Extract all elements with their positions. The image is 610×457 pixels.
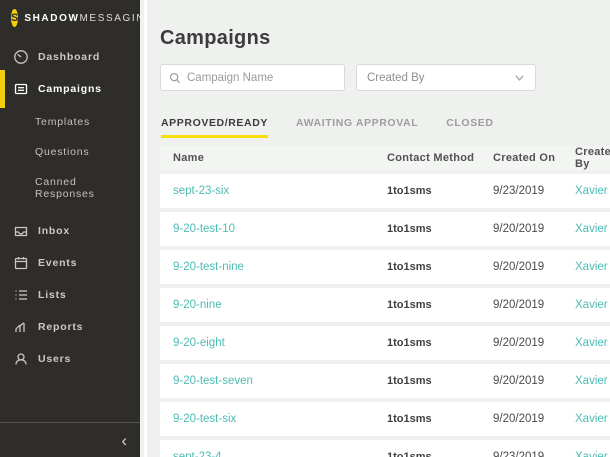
created-on-cell: 9/20/2019	[493, 223, 545, 235]
main-content: Campaigns Created By APPROVED/READY AWAI…	[140, 0, 610, 457]
created-by-select-value: Created By	[367, 71, 425, 84]
table-row: 9-20-test-six 1to1sms 9/20/2019 Xavier	[160, 402, 610, 436]
sidebar-nav: Dashboard Campaigns Templates Questions …	[0, 41, 140, 375]
table-row: 9-20-test-nine 1to1sms 9/20/2019 Xavier	[160, 250, 610, 284]
campaign-link[interactable]: 9-20-nine	[160, 299, 387, 311]
tab-approved-ready[interactable]: APPROVED/READY	[161, 117, 269, 138]
sidebar-item-label: Dashboard	[38, 51, 101, 63]
sidebar-item-label: Lists	[38, 289, 67, 301]
sidebar-item-campaigns[interactable]: Campaigns	[0, 70, 140, 108]
campaigns-subgroup: Templates Questions Canned Responses	[0, 107, 140, 209]
contact-method-cell: 1to1sms	[387, 451, 432, 457]
brand-logo[interactable]: S SHADOWMESSAGING	[0, 0, 140, 27]
contact-method-cell: 1to1sms	[387, 299, 432, 311]
dashboard-icon	[14, 50, 28, 64]
column-header-contact-method: Contact Method	[387, 152, 475, 164]
table-row: 9-20-eight 1to1sms 9/20/2019 Xavier	[160, 326, 610, 360]
panel-divider	[144, 0, 147, 457]
tab-closed[interactable]: CLOSED	[446, 117, 493, 138]
users-icon	[15, 353, 27, 365]
sidebar-item-label: Reports	[38, 321, 84, 333]
created-by-link[interactable]: Xavier	[575, 337, 610, 349]
sidebar-footer: ‹	[0, 422, 140, 457]
created-on-cell: 9/23/2019	[493, 185, 545, 197]
table-row: sept-23-six 1to1sms 9/23/2019 Xavier M	[160, 174, 610, 208]
sidebar-item-label: Users	[38, 353, 72, 365]
table-row: 9-20-nine 1to1sms 9/20/2019 Xavier	[160, 288, 610, 322]
sidebar-item-dashboard[interactable]: Dashboard	[0, 41, 140, 73]
sidebar-item-templates[interactable]: Templates	[0, 107, 140, 137]
brand-name-bold: SHADOW	[24, 12, 80, 24]
sidebar-item-label: Events	[38, 257, 78, 269]
campaign-link[interactable]: 9-20-eight	[160, 337, 387, 349]
created-by-link[interactable]: Xavier	[575, 261, 610, 273]
collapse-sidebar-icon[interactable]: ‹	[121, 432, 127, 449]
chevron-down-icon	[515, 75, 524, 81]
table-row: sept-23-4 1to1sms 9/23/2019 Xavier M	[160, 440, 610, 457]
inbox-icon	[14, 226, 28, 237]
contact-method-cell: 1to1sms	[387, 261, 432, 273]
created-on-cell: 9/20/2019	[493, 375, 545, 387]
campaign-link[interactable]: 9-20-test-nine	[160, 261, 387, 273]
column-header-name: Name	[173, 152, 205, 164]
contact-method-cell: 1to1sms	[387, 337, 432, 349]
campaigns-icon	[14, 83, 28, 95]
sidebar-item-lists[interactable]: Lists	[0, 279, 140, 311]
table-row: 9-20-test-seven 1to1sms 9/20/2019 Xavier	[160, 364, 610, 398]
created-by-link[interactable]: Xavier	[575, 299, 610, 311]
sidebar-item-users[interactable]: Users	[0, 343, 140, 375]
sidebar-item-canned-responses[interactable]: Canned Responses	[0, 167, 140, 209]
brand-name: SHADOWMESSAGING	[24, 13, 140, 24]
column-header-created-on: Created On	[493, 152, 556, 164]
created-on-cell: 9/20/2019	[493, 261, 545, 273]
app-window: S SHADOWMESSAGING Dashboard Campaigns Te…	[0, 0, 610, 457]
column-header-created-by: Created By	[575, 146, 610, 170]
campaign-name-input[interactable]	[187, 71, 341, 84]
table-header-row: Name Contact Method Created On Created B…	[160, 146, 610, 170]
contact-method-cell: 1to1sms	[387, 375, 432, 387]
created-by-link[interactable]: Xavier	[575, 375, 610, 387]
sidebar: S SHADOWMESSAGING Dashboard Campaigns Te…	[0, 0, 140, 457]
status-tabs: APPROVED/READY AWAITING APPROVAL CLOSED	[161, 117, 610, 138]
contact-method-cell: 1to1sms	[387, 223, 432, 235]
sidebar-item-label: Campaigns	[38, 83, 102, 95]
created-on-cell: 9/20/2019	[493, 337, 545, 349]
campaign-link[interactable]: sept-23-4	[160, 451, 387, 457]
campaign-search-box[interactable]	[160, 64, 345, 91]
search-icon	[169, 72, 181, 83]
events-icon	[14, 257, 28, 270]
created-by-link[interactable]: Xavier	[575, 413, 610, 425]
sidebar-item-questions[interactable]: Questions	[0, 137, 140, 167]
contact-method-cell: 1to1sms	[387, 413, 432, 425]
page-title: Campaigns	[160, 27, 271, 49]
filter-bar: Created By	[160, 64, 610, 91]
sidebar-item-label: Inbox	[38, 225, 70, 237]
reports-icon	[15, 322, 25, 332]
created-by-link[interactable]: Xavier M	[575, 185, 610, 197]
campaign-link[interactable]: 9-20-test-six	[160, 413, 387, 425]
sidebar-item-inbox[interactable]: Inbox	[0, 215, 140, 247]
table-row: 9-20-test-10 1to1sms 9/20/2019 Xavier	[160, 212, 610, 246]
brand-name-light: MESSAGING	[79, 12, 141, 24]
created-by-select[interactable]: Created By	[356, 64, 536, 91]
sidebar-item-reports[interactable]: Reports	[0, 311, 140, 343]
sidebar-item-events[interactable]: Events	[0, 247, 140, 279]
created-on-cell: 9/23/2019	[493, 451, 545, 457]
campaigns-table: Name Contact Method Created On Created B…	[160, 146, 610, 457]
campaign-link[interactable]: 9-20-test-seven	[160, 375, 387, 387]
created-by-link[interactable]: Xavier M	[575, 451, 610, 457]
created-on-cell: 9/20/2019	[493, 413, 545, 425]
created-on-cell: 9/20/2019	[493, 299, 545, 311]
created-by-link[interactable]: Xavier	[575, 223, 610, 235]
brand-logo-icon: S	[11, 9, 19, 27]
contact-method-cell: 1to1sms	[387, 185, 432, 197]
lists-icon	[15, 290, 27, 300]
campaign-link[interactable]: sept-23-six	[160, 185, 387, 197]
campaign-link[interactable]: 9-20-test-10	[160, 223, 387, 235]
tab-awaiting-approval[interactable]: AWAITING APPROVAL	[296, 117, 418, 138]
